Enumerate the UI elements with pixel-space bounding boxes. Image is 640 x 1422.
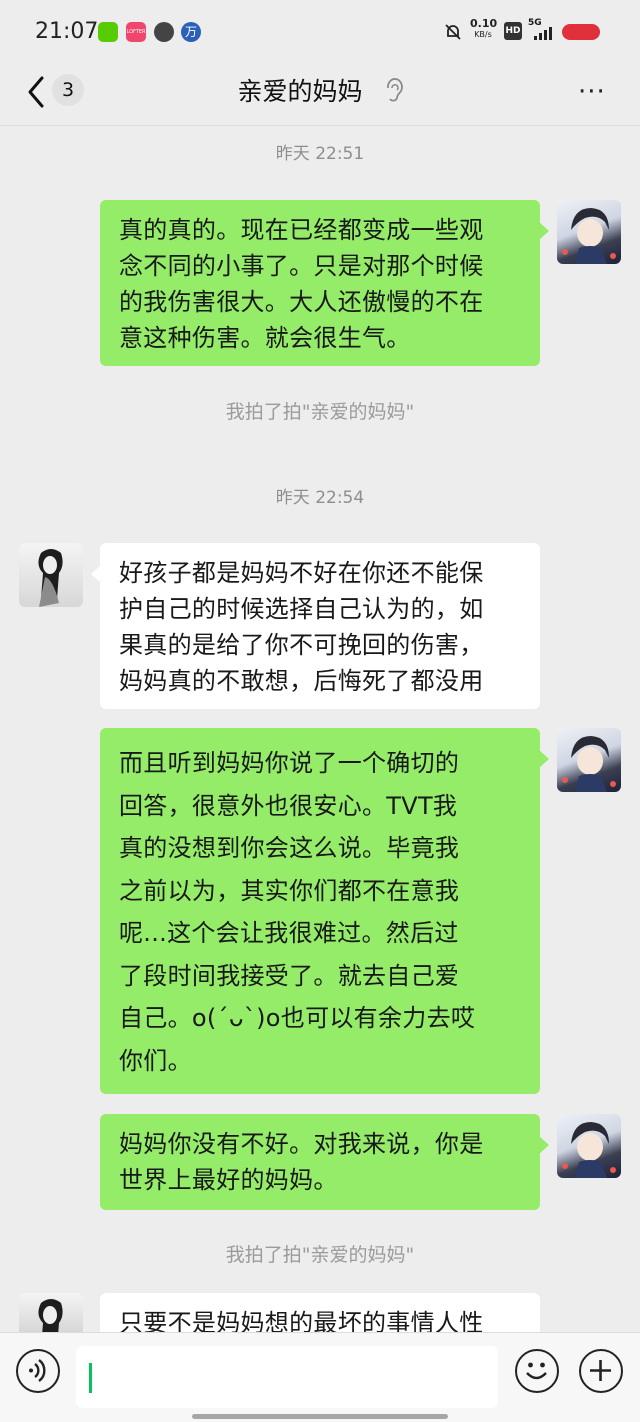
chat-header: 3 亲爱的妈妈 ··· bbox=[0, 62, 640, 126]
contact-avatar[interactable] bbox=[19, 1293, 83, 1332]
message-timestamp: 昨天 22:51 bbox=[275, 144, 365, 164]
message-line: 而且听到妈妈你说了一个确切的 bbox=[119, 749, 460, 777]
my-avatar[interactable] bbox=[557, 728, 621, 792]
battery-icon bbox=[562, 24, 600, 40]
camera-app-icon bbox=[154, 22, 174, 42]
text-cursor bbox=[89, 1363, 92, 1393]
outgoing-message-bubble[interactable]: 真的真的。现在已经都变成一些观 念不同的小事了。只是对那个时候 的我伤害很大。大… bbox=[100, 200, 549, 366]
message-line: 真的真的。现在已经都变成一些观 bbox=[119, 216, 484, 244]
outgoing-message-bubble[interactable]: 妈妈你没有不好。对我来说，你是 世界上最好的妈妈。 bbox=[100, 1114, 549, 1210]
voice-icon[interactable] bbox=[16, 1349, 60, 1393]
message-line: 护自己的时候选择自己认为的，如 bbox=[119, 595, 484, 623]
pat-notification: 我拍了拍"亲爱的妈妈" bbox=[225, 1244, 415, 1266]
my-avatar-art bbox=[562, 208, 616, 264]
message-timestamp: 昨天 22:54 bbox=[275, 488, 365, 508]
my-avatar-art bbox=[562, 736, 616, 792]
message-line: 念不同的小事了。只是对那个时候 bbox=[119, 252, 484, 280]
message-line: 妈妈真的不敢想，后悔死了都没用 bbox=[119, 667, 484, 695]
incoming-message-bubble[interactable]: 好孩子都是妈妈不好在你还不能保 护自己的时候选择自己认为的，如 果真的是给了你不… bbox=[91, 543, 540, 709]
message-line: 妈妈你没有不好。对我来说，你是 bbox=[119, 1130, 484, 1158]
emoji-icon[interactable] bbox=[515, 1349, 559, 1393]
duolingo-icon bbox=[98, 22, 118, 42]
home-indicator[interactable] bbox=[192, 1414, 448, 1419]
message-line: 呢...这个会让我很难过。然后过 bbox=[119, 919, 459, 947]
message-line: 真的没想到你会这么说。毕竟我 bbox=[119, 834, 460, 862]
message-line: 之前以为，其实你们都不在意我 bbox=[119, 876, 460, 905]
message-line: 的我伤害很大。大人还傲慢的不在 bbox=[119, 288, 484, 316]
outgoing-message-bubble[interactable]: 而且听到妈妈你说了一个确切的 回答，很意外也很安心。TVT我 真的没想到你会这么… bbox=[100, 728, 549, 1094]
incoming-message-bubble[interactable]: 只要不是妈妈想的最坏的事情人性 bbox=[100, 1293, 540, 1332]
chat-input-bar bbox=[0, 1332, 640, 1422]
message-line: 好孩子都是妈妈不好在你还不能保 bbox=[119, 559, 484, 587]
my-avatar-art bbox=[562, 1122, 616, 1178]
message-line: 果真的是给了你不可挽回的伤害， bbox=[119, 631, 484, 659]
chat-title[interactable]: 亲爱的妈妈 bbox=[0, 72, 600, 108]
message-line: 意这种伤害。就会很生气。 bbox=[119, 324, 411, 352]
message-line: 了段时间我接受了。就去自己爱 bbox=[119, 961, 460, 990]
more-options-button[interactable]: ··· bbox=[578, 79, 606, 105]
message-line: 只要不是妈妈想的最坏的事情人性 bbox=[119, 1309, 484, 1332]
wanfang-icon: 万 bbox=[181, 22, 201, 42]
net-speed: 0.10 KB/s bbox=[470, 17, 498, 40]
hd-icon: HD bbox=[504, 22, 522, 40]
my-avatar[interactable] bbox=[557, 1114, 621, 1178]
my-avatar[interactable] bbox=[557, 200, 621, 264]
lofter-icon: LOFTER bbox=[126, 22, 146, 42]
contact-avatar[interactable] bbox=[19, 543, 83, 607]
status-time: 21:07 bbox=[35, 19, 99, 44]
ear-icon bbox=[387, 78, 403, 102]
contact-avatar-art bbox=[38, 549, 63, 607]
plus-icon[interactable] bbox=[579, 1349, 623, 1393]
mute-bell-icon bbox=[445, 24, 461, 40]
message-line: 你们。 bbox=[119, 1046, 192, 1075]
status-bar: 21:07 LOFTER 万 0.10 KB/s HD 5G bbox=[0, 0, 640, 62]
message-line: 自己。o(ˊᴗˋ)o也可以有余力去哎 bbox=[119, 1004, 476, 1032]
message-line: 世界上最好的妈妈。 bbox=[119, 1166, 338, 1194]
message-input[interactable] bbox=[76, 1346, 498, 1408]
signal-icon: 5G bbox=[528, 18, 554, 42]
message-line: 回答，很意外也很安心。TVT我 bbox=[119, 791, 458, 820]
pat-notification: 我拍了拍"亲爱的妈妈" bbox=[225, 401, 415, 423]
contact-avatar-art bbox=[38, 1299, 63, 1332]
